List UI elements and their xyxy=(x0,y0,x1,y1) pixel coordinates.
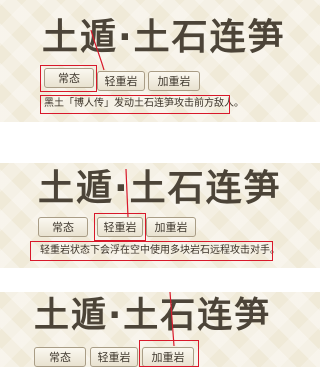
tab-heavy-rock[interactable]: 加重岩 xyxy=(142,347,194,367)
tab-heavy-rock[interactable]: 加重岩 xyxy=(146,217,196,237)
tab-heavy-rock[interactable]: 加重岩 xyxy=(148,71,200,91)
skill-title: 土遁·土石连笋 xyxy=(34,296,272,336)
skill-description: 轻重岩状态下会浮在空中使用多块岩石远程攻击对手。 xyxy=(40,245,280,256)
tab-normal[interactable]: 常态 xyxy=(38,217,88,237)
tab-normal[interactable]: 常态 xyxy=(44,68,94,88)
skill-title: 土遁·土石连笋 xyxy=(42,17,286,58)
skill-panel-normal: 土遁·土石连笋 常态 轻重岩 加重岩 黑土「博人传」发动土石连笋攻击前方敌人。 xyxy=(0,0,320,122)
skill-panel-heavy-rock: 土遁·土石连笋 常态 轻重岩 加重岩 xyxy=(0,292,320,367)
skill-description: 黑土「博人传」发动土石连笋攻击前方敌人。 xyxy=(44,98,244,109)
tab-light-rock[interactable]: 轻重岩 xyxy=(90,347,138,367)
tab-light-rock[interactable]: 轻重岩 xyxy=(97,217,143,237)
tab-normal[interactable]: 常态 xyxy=(34,347,86,367)
tab-light-rock[interactable]: 轻重岩 xyxy=(97,71,145,91)
skill-panel-light-rock: 土遁·土石连笋 常态 轻重岩 加重岩 轻重岩状态下会浮在空中使用多块岩石远程攻击… xyxy=(0,163,320,268)
skill-title: 土遁·土石连笋 xyxy=(38,168,282,209)
